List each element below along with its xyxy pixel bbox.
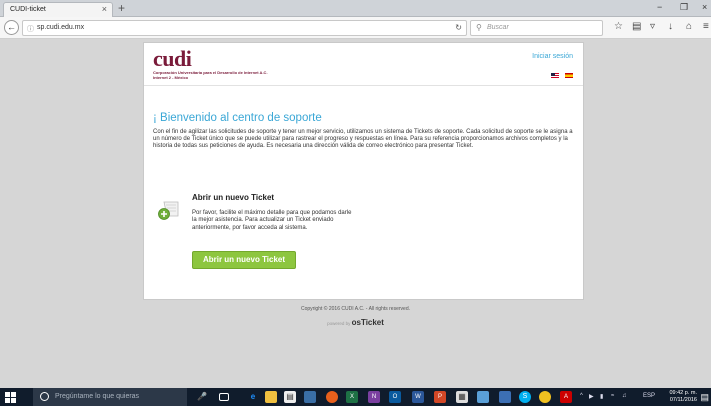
info-icon[interactable]: ⓘ [27, 24, 34, 34]
new-tab-button[interactable]: + [118, 1, 125, 15]
open-ticket-description: Por favor, facilite el máximo detalle pa… [192, 210, 352, 231]
menu-icon[interactable]: ≡ [703, 21, 709, 32]
windows-taskbar: Pregúntame lo que quieras 🎤 e ▤ X N O W … [0, 388, 711, 406]
photos-icon[interactable] [304, 391, 316, 403]
tray-chevron-icon[interactable]: ^ [580, 393, 583, 399]
search-icon: ⚲ [476, 23, 482, 32]
network-icon[interactable]: ▶ [589, 393, 594, 400]
excel-icon[interactable]: X [346, 391, 358, 403]
task-view-icon[interactable] [219, 393, 229, 401]
file-explorer-icon[interactable] [265, 391, 277, 403]
open-ticket-button[interactable]: Abrir un nuevo Ticket [192, 251, 296, 269]
battery-icon[interactable]: ▮ [600, 393, 603, 400]
login-link[interactable]: Iniciar sesión [532, 53, 573, 60]
browser-navbar: ← ⓘ sp.cudi.edu.mx ↻ ⚲ Buscar ☆ ▤ ▿ ↓ ⌂ … [0, 17, 711, 39]
cortana-search-input[interactable]: Pregúntame lo que quieras [33, 388, 187, 406]
page-viewport: cudi Corporación Universitaria para el D… [0, 40, 711, 382]
minimize-icon[interactable]: − [657, 2, 662, 12]
site-header: cudi Corporación Universitaria para el D… [144, 43, 583, 86]
firefox-icon[interactable] [326, 391, 338, 403]
close-window-icon[interactable]: × [702, 2, 707, 12]
language-indicator[interactable]: ESP [643, 393, 655, 399]
maximize-icon[interactable]: ❐ [680, 2, 688, 13]
home-icon[interactable]: ⌂ [686, 21, 692, 32]
system-clock[interactable]: 09:42 p. m. 07/11/2016 [669, 390, 697, 404]
back-arrow-icon[interactable]: ← [4, 20, 19, 35]
url-bar[interactable]: ⓘ sp.cudi.edu.mx ↻ [22, 20, 467, 36]
screenshot-tool-icon[interactable] [499, 391, 511, 403]
browser-tab[interactable]: CUDI-ticket × [3, 2, 113, 17]
support-card: cudi Corporación Universitaria para el D… [143, 42, 584, 300]
es-flag-icon[interactable] [565, 73, 573, 78]
tab-title: CUDI-ticket [10, 6, 46, 13]
cortana-placeholder: Pregúntame lo que quieras [55, 393, 140, 400]
onenote-icon[interactable]: N [368, 391, 380, 403]
tab-close-icon[interactable]: × [102, 4, 107, 14]
calculator-icon[interactable]: ▦ [456, 391, 468, 403]
bookmarks-icon[interactable]: ▤ [632, 21, 641, 32]
wifi-icon[interactable]: ≈ [611, 393, 614, 399]
windows-start-icon[interactable] [5, 392, 16, 403]
us-flag-icon[interactable] [550, 73, 559, 78]
osticket-logo: osTicket [351, 318, 384, 327]
microphone-icon[interactable]: 🎤 [196, 391, 208, 403]
reload-icon[interactable]: ↻ [455, 23, 462, 32]
cudi-logo[interactable]: cudi [153, 46, 192, 72]
powerpoint-icon[interactable]: P [434, 391, 446, 403]
edge-icon[interactable]: e [247, 391, 259, 403]
logo-subtitle-2: Internet 2 - México [153, 75, 189, 80]
clock-date: 07/11/2016 [669, 397, 697, 403]
powered-by-label: powered by [327, 321, 351, 326]
action-center-icon[interactable]: ▤ [700, 392, 709, 403]
chrome-icon[interactable] [539, 391, 551, 403]
acrobat-icon[interactable]: A [560, 391, 572, 403]
copyright-text: Copyright © 2016 CUDI A.C. - All rights … [300, 306, 410, 312]
search-placeholder: Buscar [487, 24, 509, 31]
search-input[interactable]: ⚲ Buscar [470, 20, 603, 36]
welcome-heading: ¡ Bienvenido al centro de soporte [153, 112, 322, 124]
volume-icon[interactable]: ♫ [622, 393, 627, 399]
browser-tab-bar: CUDI-ticket × + − ❐ × [0, 0, 711, 17]
store-icon[interactable]: ▤ [284, 391, 296, 403]
download-icon[interactable]: ↓ [668, 21, 673, 32]
outlook-icon[interactable]: O [389, 391, 401, 403]
intro-paragraph: Con el fin de agilizar las solicitudes d… [153, 129, 573, 150]
new-ticket-icon [158, 201, 179, 220]
language-flags [549, 65, 573, 83]
cortana-icon [40, 392, 49, 401]
pocket-icon[interactable]: ▿ [650, 21, 655, 32]
open-ticket-title: Abrir un nuevo Ticket [192, 193, 275, 202]
url-text: sp.cudi.edu.mx [37, 24, 85, 31]
word-icon[interactable]: W [412, 391, 424, 403]
skype-icon[interactable]: S [519, 391, 531, 403]
clock-time: 09:42 p. m. [669, 390, 697, 396]
paint-icon[interactable] [477, 391, 489, 403]
powered-by[interactable]: powered by osTicket [0, 318, 711, 327]
star-icon[interactable]: ☆ [614, 21, 623, 32]
